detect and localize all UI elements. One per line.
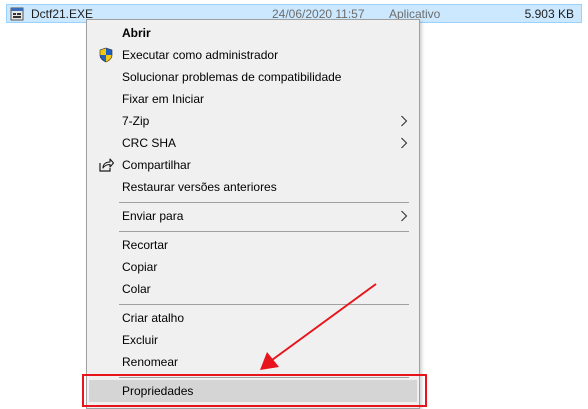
menu-item-cut[interactable]: Recortar xyxy=(89,234,417,256)
menu-item-label: Executar como administrador xyxy=(122,48,279,62)
menu-item-label: Solucionar problemas de compatibilidade xyxy=(122,70,342,84)
menu-item-abrir[interactable]: Abrir xyxy=(89,22,417,44)
menu-item-crc-sha[interactable]: CRC SHA xyxy=(89,132,417,154)
menu-item-label: Compartilhar xyxy=(122,158,191,172)
menu-item-label: Abrir xyxy=(122,26,151,40)
menu-item-label: Restaurar versões anteriores xyxy=(122,180,277,194)
file-size: 5.903 KB xyxy=(524,7,574,21)
menu-item-label: Fixar em Iniciar xyxy=(122,92,205,106)
menu-item-7zip[interactable]: 7-Zip xyxy=(89,110,417,132)
menu-item-label: 7-Zip xyxy=(122,114,150,128)
menu-item-paste[interactable]: Colar xyxy=(89,278,417,300)
menu-item-label: Renomear xyxy=(122,355,179,369)
exe-file-icon xyxy=(10,7,24,21)
menu-item-restore-versions[interactable]: Restaurar versões anteriores xyxy=(89,176,417,198)
chevron-right-icon xyxy=(401,210,408,222)
menu-item-label: Colar xyxy=(122,282,151,296)
menu-separator xyxy=(119,231,409,232)
chevron-right-icon xyxy=(401,115,408,127)
menu-item-share[interactable]: Compartilhar xyxy=(89,154,417,176)
menu-item-run-as-admin[interactable]: Executar como administrador xyxy=(89,44,417,66)
menu-item-pin-start[interactable]: Fixar em Iniciar xyxy=(89,88,417,110)
menu-item-label: Excluir xyxy=(122,333,159,347)
share-icon xyxy=(99,158,114,172)
file-name: Dctf21.EXE xyxy=(31,7,94,21)
menu-item-label: Criar atalho xyxy=(122,311,185,325)
chevron-right-icon xyxy=(401,137,408,149)
menu-item-troubleshoot-compat[interactable]: Solucionar problemas de compatibilidade xyxy=(89,66,417,88)
menu-separator xyxy=(119,202,409,203)
menu-item-delete[interactable]: Excluir xyxy=(89,329,417,351)
menu-item-create-shortcut[interactable]: Criar atalho xyxy=(89,307,417,329)
menu-item-label: Copiar xyxy=(122,260,158,274)
menu-item-rename[interactable]: Renomear xyxy=(89,351,417,373)
uac-shield-icon xyxy=(99,47,113,63)
annotation-highlight-box xyxy=(82,374,427,407)
menu-item-label: CRC SHA xyxy=(122,136,177,150)
menu-item-send-to[interactable]: Enviar para xyxy=(89,205,417,227)
menu-item-copy[interactable]: Copiar xyxy=(89,256,417,278)
menu-item-label: Enviar para xyxy=(122,209,184,223)
context-menu: Abrir Executar como administrador Soluci… xyxy=(86,19,420,409)
explorer-window: Dctf21.EXE 24/06/2020 11:57 Aplicativo 5… xyxy=(0,0,588,409)
menu-separator xyxy=(119,304,409,305)
menu-item-label: Recortar xyxy=(122,238,169,252)
